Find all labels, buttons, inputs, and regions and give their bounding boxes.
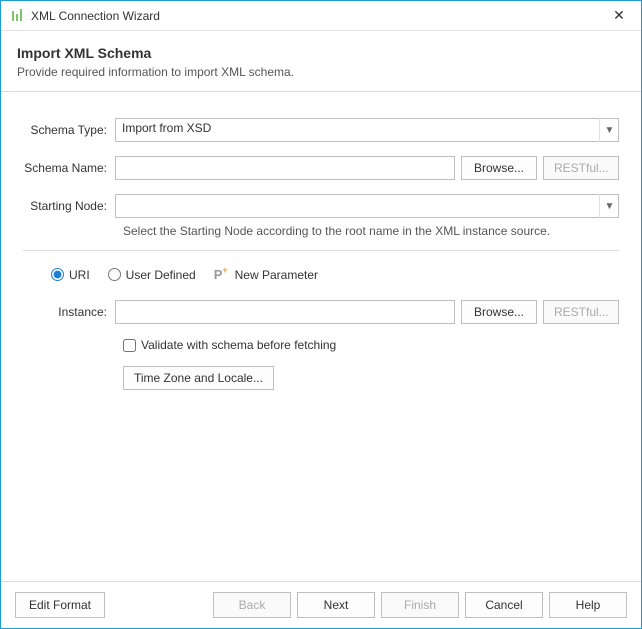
schema-name-browse-button[interactable]: Browse...	[461, 156, 537, 180]
tz-locale-button[interactable]: Time Zone and Locale...	[123, 366, 274, 390]
radio-user-defined[interactable]: User Defined	[108, 268, 196, 282]
row-starting-node: Starting Node: ▼	[23, 194, 619, 218]
schema-name-label: Schema Name:	[23, 161, 115, 175]
validate-label: Validate with schema before fetching	[141, 338, 336, 352]
schema-name-input[interactable]	[115, 156, 455, 180]
chevron-down-icon[interactable]: ▼	[599, 194, 619, 218]
app-icon	[11, 9, 25, 23]
row-schema-name: Schema Name: Browse... RESTful...	[23, 156, 619, 180]
starting-node-label: Starting Node:	[23, 199, 115, 213]
close-icon[interactable]: ✕	[607, 7, 631, 24]
schema-name-restful-button: RESTful...	[543, 156, 619, 180]
page-subtitle: Provide required information to import X…	[17, 65, 625, 79]
cancel-button[interactable]: Cancel	[465, 592, 543, 618]
finish-button: Finish	[381, 592, 459, 618]
row-validate: Validate with schema before fetching	[123, 338, 619, 352]
instance-restful-button: RESTful...	[543, 300, 619, 324]
instance-label: Instance:	[23, 305, 115, 319]
new-parameter-link[interactable]: P+ New Parameter	[214, 267, 318, 282]
radio-uri[interactable]: URI	[51, 268, 90, 282]
instance-browse-button[interactable]: Browse...	[461, 300, 537, 324]
schema-type-value: Import from XSD	[115, 118, 619, 142]
help-button[interactable]: Help	[549, 592, 627, 618]
starting-node-select[interactable]: ▼	[115, 194, 619, 218]
new-parameter-label: New Parameter	[235, 268, 318, 282]
radio-uri-label: URI	[69, 268, 90, 282]
page-title: Import XML Schema	[17, 45, 625, 61]
back-button: Back	[213, 592, 291, 618]
titlebar: XML Connection Wizard ✕	[1, 1, 641, 31]
wizard-content: Schema Type: Import from XSD ▼ Schema Na…	[1, 92, 641, 581]
parameter-icon: P+	[214, 267, 228, 282]
radio-user-defined-input[interactable]	[108, 268, 121, 281]
starting-node-helper: Select the Starting Node according to th…	[123, 224, 619, 238]
next-button[interactable]: Next	[297, 592, 375, 618]
row-tz-locale: Time Zone and Locale...	[123, 366, 619, 390]
starting-node-value	[115, 194, 619, 218]
schema-type-select[interactable]: Import from XSD ▼	[115, 118, 619, 142]
edit-format-button[interactable]: Edit Format	[15, 592, 105, 618]
section-divider	[23, 250, 619, 251]
schema-type-label: Schema Type:	[23, 123, 115, 137]
chevron-down-icon[interactable]: ▼	[599, 118, 619, 142]
validate-checkbox[interactable]	[123, 339, 136, 352]
instance-input[interactable]	[115, 300, 455, 324]
row-instance: Instance: Browse... RESTful...	[23, 300, 619, 324]
window-title: XML Connection Wizard	[31, 9, 607, 23]
wizard-header: Import XML Schema Provide required infor…	[1, 31, 641, 92]
wizard-footer: Edit Format Back Next Finish Cancel Help	[1, 581, 641, 628]
row-schema-type: Schema Type: Import from XSD ▼	[23, 118, 619, 142]
radio-uri-input[interactable]	[51, 268, 64, 281]
radio-user-defined-label: User Defined	[126, 268, 196, 282]
source-mode-row: URI User Defined P+ New Parameter	[51, 267, 619, 282]
